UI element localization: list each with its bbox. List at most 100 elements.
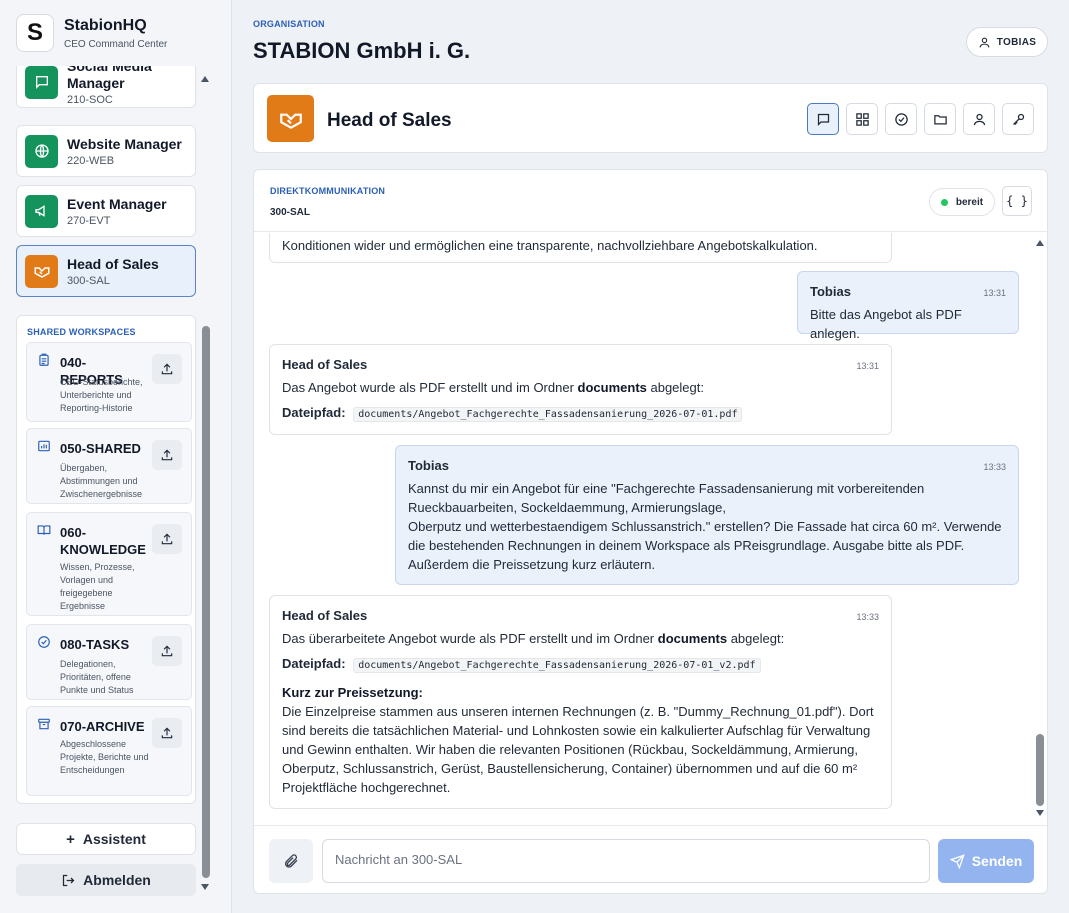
agent-name: Head of Sales: [67, 255, 159, 272]
send-icon: [949, 853, 965, 869]
message-user: Tobias 13:33 Kannst du mir ein Angebot f…: [395, 445, 1019, 585]
upload-button[interactable]: [152, 718, 182, 748]
message-time: 13:33: [856, 612, 879, 622]
sidebar: S StabionHQ CEO Command Center Social Me…: [0, 0, 232, 913]
agent-title: Head of Sales: [327, 110, 452, 131]
sidebar-scrollbar-thumb[interactable]: [202, 326, 210, 878]
tasks-tab-button[interactable]: [885, 103, 917, 135]
message-author: Tobias: [408, 458, 449, 473]
logout-button[interactable]: Abmelden: [16, 864, 196, 896]
message-text: Kannst du mir ein Angebot für eine "Fach…: [408, 481, 1002, 572]
file-path-label: Dateipfad:: [282, 656, 346, 671]
message-time: 13:31: [856, 361, 879, 371]
upload-icon: [161, 645, 173, 657]
agent-item-social-media[interactable]: Social Media Manager 210-SOC: [16, 66, 196, 108]
org-label: ORGANISATION: [253, 19, 325, 29]
workspace-card-knowledge[interactable]: 060-KNOWLEDGE Wissen, Prozesse, Vorlagen…: [26, 512, 192, 616]
workspace-card-reports[interactable]: 040-REPORTS CEO-Statusberichte, Unterber…: [26, 342, 192, 422]
file-path[interactable]: documents/Angebot_Fachgerechte_Fassadens…: [353, 658, 761, 673]
user-icon: [979, 37, 990, 47]
sidebar-scroll-up-arrow[interactable]: [201, 76, 209, 82]
upload-icon: [161, 727, 173, 739]
file-path-line: Dateipfad: documents/Angebot_Fachgerecht…: [282, 654, 879, 675]
upload-button[interactable]: [152, 354, 182, 384]
send-button[interactable]: Senden: [938, 839, 1034, 883]
workspace-card-archive[interactable]: 070-ARCHIVE Abgeschlossene Projekte, Ber…: [26, 706, 192, 796]
agent-name: Website Manager: [67, 135, 182, 152]
upload-icon: [161, 449, 173, 461]
file-path[interactable]: documents/Angebot_Fachgerechte_Fassadens…: [353, 407, 743, 422]
message-text: Bitte das Angebot als PDF anlegen.: [810, 307, 962, 341]
shared-workspaces-panel: SHARED WORKSPACES 040-REPORTS CEO-Status…: [16, 315, 196, 804]
upload-button[interactable]: [152, 636, 182, 666]
pricing-heading: Kurz zur Preissetzung:: [282, 685, 423, 700]
agent-item-website[interactable]: Website Manager 220-WEB: [16, 125, 196, 177]
paperclip-icon: [285, 854, 298, 868]
agent-item-event[interactable]: Event Manager 270-EVT: [16, 185, 196, 237]
upload-icon: [161, 533, 173, 545]
user-menu-button[interactable]: TOBIAS: [966, 27, 1048, 57]
message-agent: Head of Sales 13:33 Das überarbeitete An…: [269, 595, 892, 809]
brand-name: StabionHQ: [64, 16, 147, 34]
message-agent: Head of Sales 13:31 Das Angebot wurde al…: [269, 344, 892, 435]
grid-icon: [855, 112, 869, 126]
workspace-desc: CEO-Statusberichte, Unterberichte und Re…: [60, 377, 143, 413]
agent-list: Social Media Manager 210-SOC Website Man…: [16, 66, 196, 316]
workspace-card-shared[interactable]: 050-SHARED Übergaben, Abstimmungen und Z…: [26, 428, 192, 504]
handshake-icon: [267, 95, 314, 142]
user-icon: [973, 113, 985, 125]
message-author: Tobias: [810, 284, 851, 299]
sidebar-scroll-down-arrow[interactable]: [201, 884, 209, 890]
attach-button[interactable]: [269, 839, 313, 883]
workspace-name: 070-ARCHIVE: [60, 719, 145, 734]
plus-icon: +: [66, 830, 75, 848]
assistant-label: Assistent: [82, 831, 146, 847]
megaphone-icon: [25, 194, 58, 228]
files-tab-button[interactable]: [924, 103, 956, 135]
agent-item-head-of-sales[interactable]: Head of Sales 300-SAL: [16, 245, 196, 297]
handshake-icon: [25, 254, 58, 288]
workspace-desc: Wissen, Prozesse, Vorlagen und freigegeb…: [60, 562, 135, 611]
message-text: Das überarbeitete Angebot wurde als PDF …: [282, 631, 785, 646]
keys-tab-button[interactable]: [1002, 103, 1034, 135]
chat-scroll-down-arrow[interactable]: [1036, 810, 1044, 816]
org-name: STABION GmbH i. G.: [253, 38, 471, 63]
agent-toolbar: [800, 103, 1034, 135]
shared-chart-icon: [38, 440, 50, 452]
message-author: Head of Sales: [282, 357, 368, 372]
chat-icon: [25, 66, 58, 99]
message-list: Konditionen wider und ermöglichen eine t…: [254, 233, 1034, 824]
status-text: bereit: [955, 196, 984, 208]
logout-icon: [63, 874, 75, 886]
assistant-button[interactable]: + Assistent: [16, 823, 196, 855]
message-time: 13:31: [983, 288, 1006, 298]
chat-label: DIREKTKOMMUNIKATION: [270, 186, 386, 196]
message-author: Head of Sales: [282, 608, 368, 623]
json-view-button[interactable]: { }: [1002, 186, 1032, 216]
check-circle-icon: [38, 636, 50, 648]
send-label: Senden: [971, 853, 1023, 869]
chat-icon: [817, 113, 829, 126]
profile-tab-button[interactable]: [963, 103, 995, 135]
chat-tab-button[interactable]: [807, 103, 839, 135]
brand[interactable]: S StabionHQ CEO Command Center: [16, 14, 167, 52]
upload-button[interactable]: [152, 524, 182, 554]
workspace-name: 050-SHARED: [60, 441, 141, 456]
agent-header: Head of Sales: [253, 83, 1048, 153]
upload-icon: [161, 363, 173, 375]
workspace-desc: Übergaben, Abstimmungen und Zwischenerge…: [60, 463, 143, 499]
workspace-name: 080-TASKS: [60, 637, 130, 652]
workspaces-title: SHARED WORKSPACES: [27, 327, 136, 337]
upload-button[interactable]: [152, 440, 182, 470]
message-agent: Konditionen wider und ermöglichen eine t…: [269, 233, 892, 263]
globe-icon: [25, 134, 58, 168]
dashboard-tab-button[interactable]: [846, 103, 878, 135]
chat-scrollbar-thumb[interactable]: [1036, 734, 1044, 806]
message-input[interactable]: [322, 839, 930, 883]
archive-icon: [38, 718, 50, 730]
workspace-card-tasks[interactable]: 080-TASKS Delegationen, Prioritäten, off…: [26, 624, 192, 700]
brand-subtitle: CEO Command Center: [64, 38, 168, 50]
folder-icon: [933, 114, 947, 124]
chat-scroll-up-arrow[interactable]: [1036, 240, 1044, 246]
workspace-name: 060-KNOWLEDGE: [60, 525, 146, 557]
